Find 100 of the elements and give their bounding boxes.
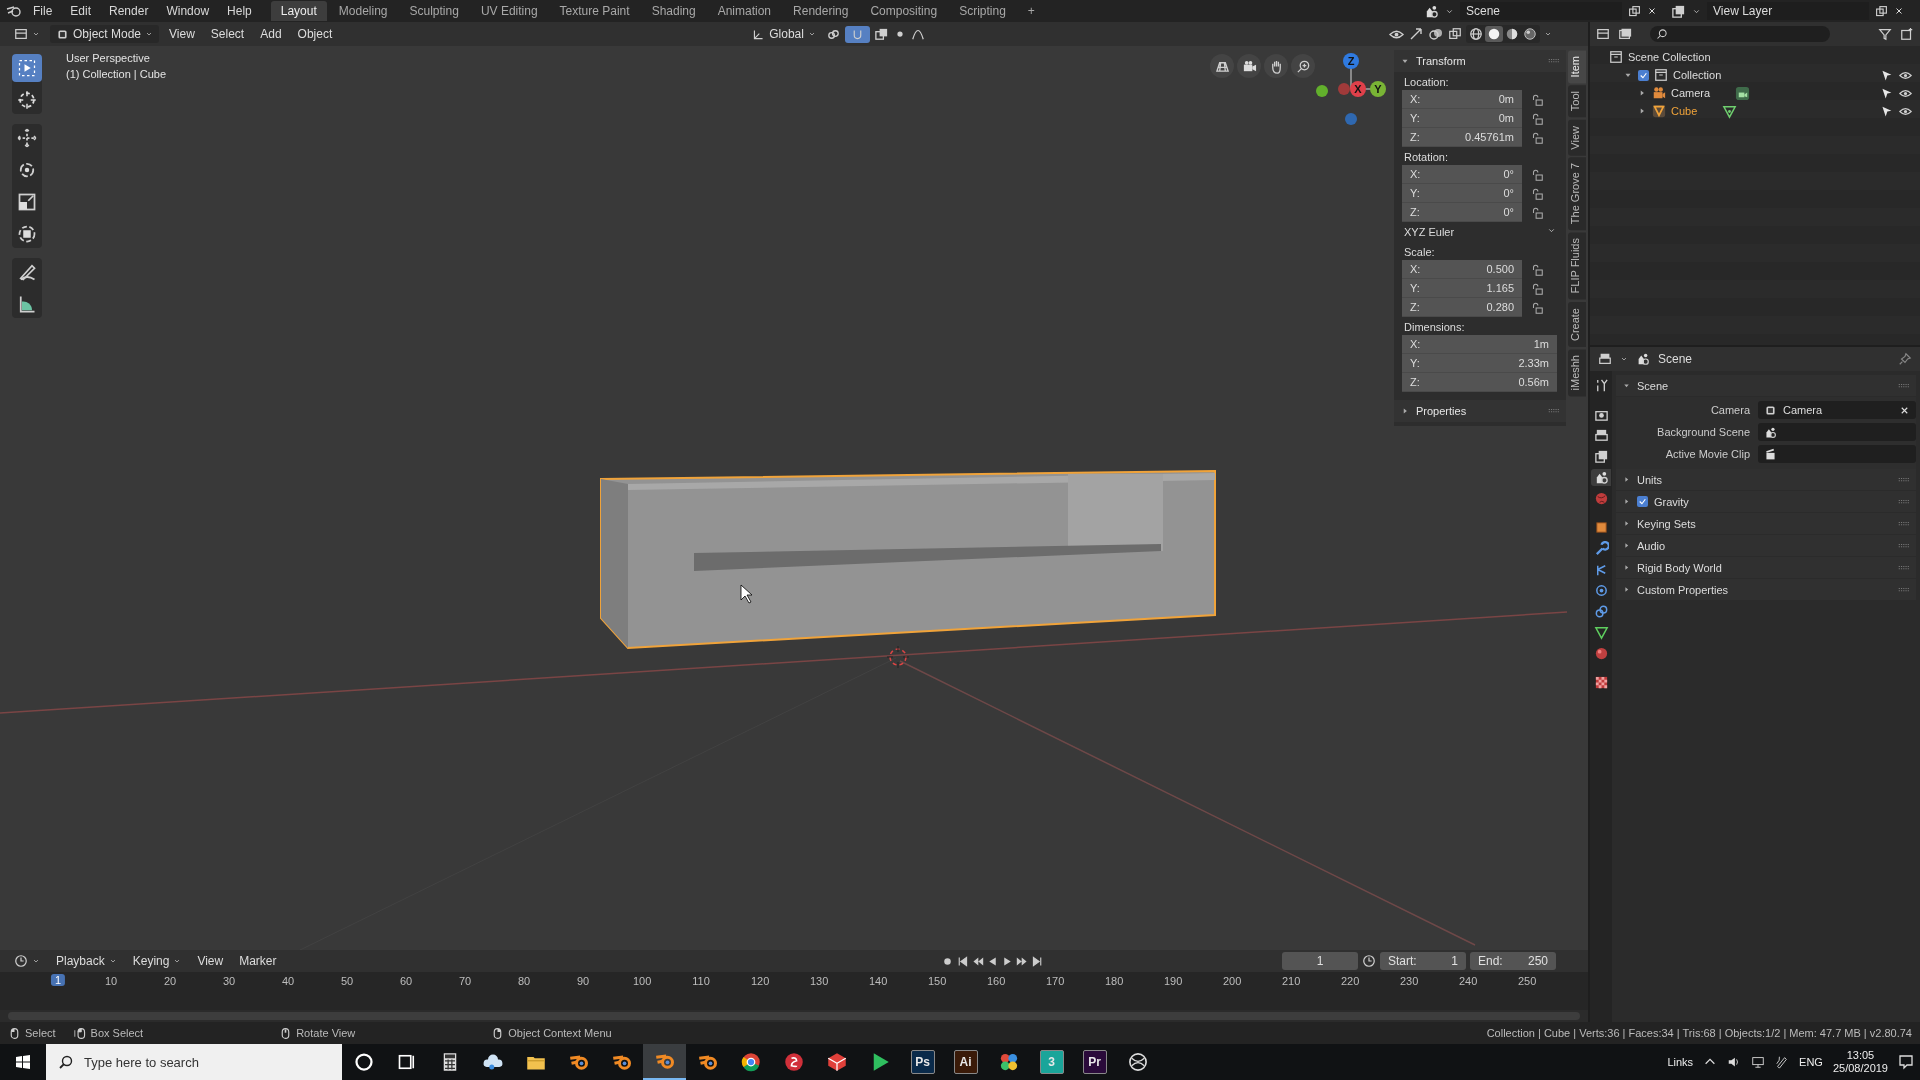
selectable-toggle-icon[interactable] bbox=[1880, 68, 1893, 82]
sidebar-tab[interactable]: Item bbox=[1568, 50, 1586, 84]
menu-item[interactable]: Edit bbox=[63, 2, 99, 20]
lock-icon[interactable] bbox=[1530, 130, 1544, 145]
gizmo-toggle-icon[interactable] bbox=[1408, 26, 1424, 42]
copy-icon[interactable] bbox=[1628, 4, 1641, 18]
scene-field[interactable]: Scene bbox=[1460, 2, 1622, 20]
tree-item[interactable]: Cube bbox=[1671, 105, 1698, 117]
number-field[interactable]: Y: 0° bbox=[1402, 184, 1522, 203]
number-field[interactable]: Z: 0.56m bbox=[1402, 373, 1557, 392]
menu-item[interactable]: Playback bbox=[50, 952, 123, 970]
number-field[interactable]: Y: 0m bbox=[1402, 109, 1522, 128]
number-field[interactable]: Y: 2.33m bbox=[1402, 354, 1557, 373]
3d-cursor-icon[interactable] bbox=[886, 645, 910, 669]
display-mode-icon[interactable] bbox=[1618, 27, 1632, 41]
taskbar-app-button[interactable]: Ps bbox=[901, 1044, 944, 1080]
zoom-button[interactable] bbox=[1291, 54, 1315, 78]
lock-icon[interactable] bbox=[1530, 205, 1544, 220]
menu-item[interactable]: Object bbox=[291, 25, 339, 43]
scene-icon[interactable] bbox=[1424, 3, 1439, 19]
sidebar-tab[interactable]: Tool bbox=[1568, 85, 1586, 118]
number-field[interactable]: Z: 0.280 bbox=[1402, 298, 1522, 317]
menu-item[interactable]: Help bbox=[220, 2, 259, 20]
clock-icon[interactable] bbox=[1362, 954, 1376, 968]
taskbar-clock[interactable]: 13:05 25/08/2019 bbox=[1832, 1049, 1888, 1075]
shading-mode-button[interactable] bbox=[1467, 26, 1485, 42]
tree-item[interactable]: Collection bbox=[1673, 69, 1722, 81]
lock-icon[interactable] bbox=[1530, 92, 1544, 107]
menu-item[interactable]: Window bbox=[159, 2, 217, 20]
object-field[interactable] bbox=[1758, 445, 1916, 463]
sidebar-tab[interactable]: Create bbox=[1568, 301, 1586, 347]
toolbar-label[interactable]: Links bbox=[1667, 1056, 1694, 1068]
taskbar-search-field[interactable]: Type here to search bbox=[46, 1044, 342, 1080]
number-field[interactable]: X: 0.500 bbox=[1402, 260, 1522, 279]
menu-item[interactable]: View bbox=[163, 25, 201, 43]
sidebar-tab[interactable]: View bbox=[1568, 119, 1586, 156]
sidebar-tab[interactable]: iMeshh bbox=[1568, 348, 1586, 397]
workspace-tab[interactable]: Texture Paint bbox=[549, 1, 640, 21]
jump-to-end-icon[interactable] bbox=[1030, 954, 1044, 968]
hand-button[interactable] bbox=[1264, 54, 1288, 78]
object-field[interactable]: Camera bbox=[1758, 401, 1916, 419]
caret-icon[interactable] bbox=[1620, 355, 1628, 363]
panel-header[interactable]: Properties bbox=[1394, 400, 1566, 422]
sidebar-tab[interactable]: FLIP Fluids bbox=[1568, 232, 1586, 300]
rotation-mode-dropdown[interactable]: XYZ Euler bbox=[1394, 222, 1566, 242]
filter-icon[interactable] bbox=[1878, 27, 1892, 41]
layers-icon[interactable] bbox=[1671, 3, 1686, 19]
cube-mesh-drawing[interactable] bbox=[600, 470, 1216, 650]
perspective-grid-button[interactable] bbox=[1210, 54, 1234, 78]
number-field[interactable]: Y: 1.165 bbox=[1402, 279, 1522, 298]
lock-icon[interactable] bbox=[1530, 262, 1544, 277]
menu-item[interactable]: Keying bbox=[126, 952, 188, 970]
tool-button[interactable] bbox=[12, 54, 42, 82]
lock-icon[interactable] bbox=[1530, 300, 1544, 315]
taskbar-app-button[interactable]: Pr bbox=[1073, 1044, 1116, 1080]
lock-icon[interactable] bbox=[1530, 281, 1544, 296]
panel-header[interactable]: Custom Properties bbox=[1616, 579, 1916, 600]
falloff-curve-icon[interactable] bbox=[910, 27, 925, 41]
panel-header[interactable]: Scene bbox=[1616, 375, 1916, 396]
blender-logo-icon[interactable] bbox=[6, 3, 22, 19]
navigation-gizmo-drawing[interactable]: Z X Y bbox=[1300, 48, 1388, 138]
start-frame-field[interactable]: Start: 1 bbox=[1380, 952, 1466, 970]
menu-item[interactable]: Select bbox=[204, 25, 251, 43]
camera-button[interactable] bbox=[1237, 54, 1261, 78]
editor-type-icon[interactable] bbox=[1598, 352, 1612, 366]
search-field[interactable] bbox=[1650, 26, 1830, 42]
panel-header[interactable]: Audio bbox=[1616, 535, 1916, 556]
workspace-tab[interactable]: Sculpting bbox=[399, 1, 469, 21]
taskbar-app-button[interactable]: Ai bbox=[944, 1044, 987, 1080]
properties-tab[interactable] bbox=[1591, 469, 1611, 486]
frame-ruler[interactable]: 1 10 20 30 40 50 60 70 80 90 100 110 120 130 140 150 160 170 180 190 200 210 220 230 240 250 bbox=[0, 972, 1588, 1010]
menu-item[interactable]: View bbox=[191, 952, 230, 970]
workspace-tab[interactable]: UV Editing bbox=[470, 1, 548, 21]
overlay-toggle-icon[interactable] bbox=[1428, 26, 1444, 42]
workspace-tab[interactable]: Modeling bbox=[328, 1, 398, 21]
lock-icon[interactable] bbox=[1530, 186, 1544, 201]
shading-mode-button[interactable] bbox=[1485, 26, 1503, 42]
snap-toggle[interactable] bbox=[844, 25, 870, 43]
selectable-toggle-icon[interactable] bbox=[1880, 86, 1893, 100]
panel-header[interactable]: Gravity bbox=[1616, 491, 1916, 512]
panel-header[interactable]: Units bbox=[1616, 469, 1916, 490]
language-indicator[interactable]: ENG bbox=[1799, 1056, 1823, 1068]
tree-item[interactable]: Scene Collection bbox=[1628, 51, 1711, 63]
object-field[interactable] bbox=[1758, 423, 1916, 441]
pin-icon[interactable] bbox=[1898, 352, 1912, 366]
view-layer-field[interactable]: View Layer bbox=[1707, 2, 1869, 20]
caret-icon[interactable] bbox=[1544, 30, 1552, 38]
orientation-dropdown[interactable]: Global bbox=[746, 25, 822, 43]
mode-dropdown[interactable]: Object Mode bbox=[50, 25, 160, 43]
xray-toggle-icon[interactable] bbox=[1448, 27, 1462, 41]
selectable-toggle-icon[interactable] bbox=[1880, 104, 1893, 118]
network-icon[interactable] bbox=[1751, 1055, 1766, 1069]
number-field[interactable]: X: 0° bbox=[1402, 165, 1522, 184]
number-field[interactable]: Z: 0° bbox=[1402, 203, 1522, 222]
tree-item[interactable]: Camera bbox=[1671, 87, 1711, 99]
workspace-tab[interactable]: Rendering bbox=[783, 1, 859, 21]
checkbox[interactable] bbox=[1637, 496, 1648, 507]
number-field[interactable]: X: 0m bbox=[1402, 90, 1522, 109]
notifications-icon[interactable] bbox=[1898, 1054, 1914, 1070]
menu-item[interactable]: Add bbox=[254, 25, 288, 43]
